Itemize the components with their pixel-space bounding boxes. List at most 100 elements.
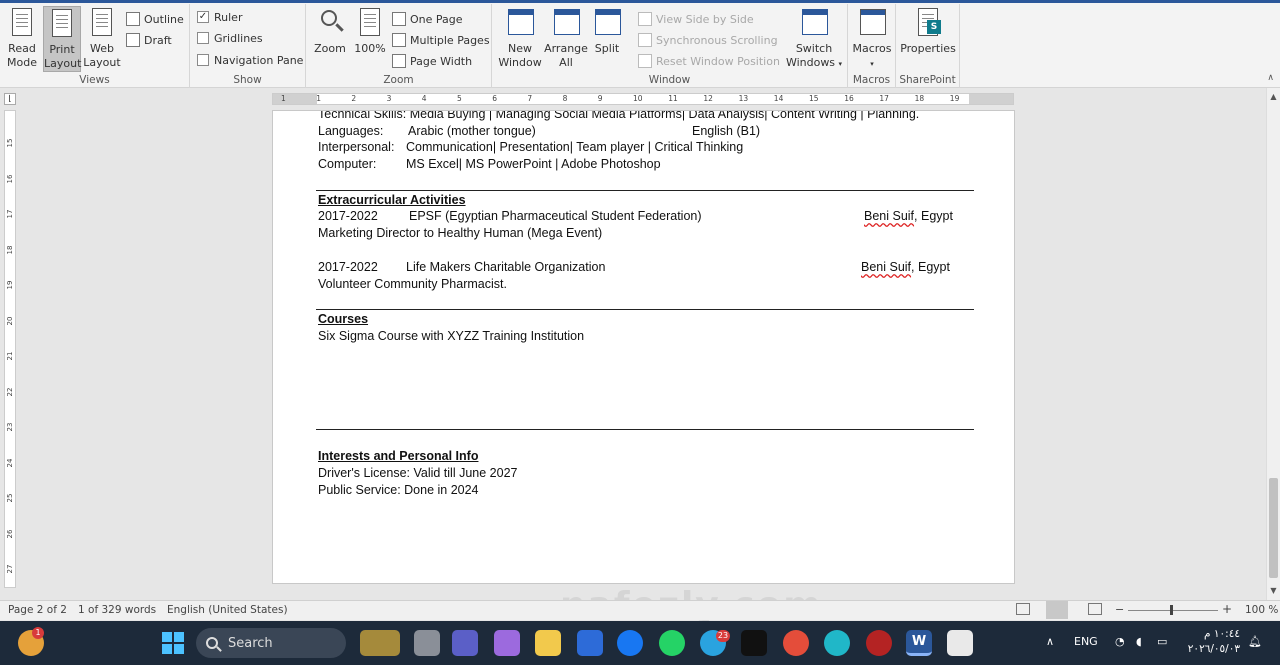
zoom-100-icon: [355, 6, 385, 40]
document-page[interactable]: Technical Skills: Media Buying | Managin…: [272, 110, 1015, 584]
search-highlight-icon[interactable]: [360, 630, 400, 656]
ruler-tick-label: 11: [668, 94, 678, 103]
search-icon: [206, 637, 218, 649]
ruler-tick-label: 6: [492, 94, 497, 103]
snipping-tool-icon[interactable]: [947, 630, 973, 656]
input-language[interactable]: ENG: [1074, 635, 1098, 648]
zoom-slider-thumb[interactable]: [1170, 605, 1173, 615]
print-layout-view-icon[interactable]: [1046, 601, 1068, 619]
one-page-button[interactable]: One Page: [392, 10, 463, 28]
window-group: New Window Arrange All Split View Side b…: [492, 4, 848, 88]
clock[interactable]: ١٠:٤٤ م ٢٠٢٦/٠٥/٠٣: [1186, 627, 1240, 657]
ruler-checkbox[interactable]: ✓ Ruler: [197, 8, 242, 26]
outline-button[interactable]: Outline: [126, 10, 184, 28]
new-window-icon: [505, 6, 535, 40]
ruler-tick-label: 24: [6, 458, 14, 467]
canva-icon[interactable]: [824, 630, 850, 656]
battery-icon[interactable]: ▭: [1157, 635, 1167, 648]
volume-icon[interactable]: ◖: [1136, 635, 1142, 648]
facebook-icon[interactable]: [577, 630, 603, 656]
scrollbar-thumb[interactable]: [1269, 478, 1278, 578]
languages-value: Arabic (mother tongue): [408, 124, 536, 138]
checkbox-box: [197, 54, 209, 66]
page-width-button[interactable]: Page Width: [392, 52, 472, 70]
ruler-tick-label: 27: [6, 564, 14, 574]
collapse-ribbon-icon[interactable]: ∧: [1267, 73, 1274, 83]
scroll-down-icon[interactable]: ▼: [1267, 584, 1280, 598]
language-indicator[interactable]: English (United States): [167, 604, 288, 616]
teams-icon[interactable]: [452, 630, 478, 656]
word-count[interactable]: 1 of 329 words: [78, 604, 156, 616]
task-view-icon[interactable]: [414, 630, 440, 656]
zoom-out-icon[interactable]: −: [1115, 603, 1124, 616]
file-explorer-icon[interactable]: [535, 630, 561, 656]
new-window-button[interactable]: New Window: [498, 6, 542, 72]
chevron-down-icon: ▾: [838, 60, 843, 68]
read-mode-view-icon[interactable]: [1016, 603, 1030, 615]
activity-1-country: , Egypt: [914, 209, 953, 223]
macros-icon: [857, 6, 887, 40]
scroll-up-icon[interactable]: ▲: [1267, 90, 1280, 104]
notifications-bell-icon[interactable]: 🔔︎: [1248, 635, 1262, 648]
zoom-in-icon[interactable]: +: [1222, 602, 1232, 616]
telegram-badge: 23: [716, 630, 730, 642]
tiktok-icon[interactable]: [741, 630, 767, 656]
print-layout-icon: [47, 7, 77, 41]
chevron-up-icon[interactable]: ∧: [1046, 635, 1054, 648]
split-button[interactable]: Split: [590, 6, 624, 72]
zoom-slider[interactable]: [1128, 610, 1218, 611]
ruler-tick-label: 18: [914, 94, 925, 103]
ruler-tick-label: 18: [6, 245, 14, 254]
ruler-tick-label: 16: [844, 94, 854, 103]
print-layout-button[interactable]: Print Layout: [43, 6, 81, 72]
zoom-button[interactable]: Zoom: [310, 6, 350, 72]
synchronous-scrolling-button[interactable]: Synchronous Scrolling: [638, 31, 778, 49]
read-mode-button[interactable]: Read Mode: [3, 6, 41, 72]
page-count[interactable]: Page 2 of 2: [8, 604, 67, 616]
section-divider: [316, 429, 974, 430]
whatsapp-icon[interactable]: [659, 630, 685, 656]
multiple-pages-button[interactable]: Multiple Pages: [392, 31, 490, 49]
copilot-icon[interactable]: [494, 630, 520, 656]
gridlines-checkbox[interactable]: Gridlines: [197, 29, 263, 47]
macros-button[interactable]: Macros ▾: [850, 6, 894, 72]
activity-2-city: Beni Suif: [861, 260, 912, 274]
activity-1-years: 2017-2022: [318, 209, 378, 223]
zoom-100-button[interactable]: 100%: [352, 6, 388, 72]
view-side-by-side-button[interactable]: View Side by Side: [638, 10, 754, 28]
reset-window-position-button[interactable]: Reset Window Position: [638, 52, 780, 70]
properties-button[interactable]: S Properties: [900, 6, 956, 72]
tab-selector[interactable]: ⌊: [4, 93, 16, 105]
zoom-level[interactable]: 100 %: [1245, 604, 1278, 616]
activity-1-org: EPSF (Egyptian Pharmaceutical Student Fe…: [409, 209, 702, 223]
vertical-ruler[interactable]: 1516171819202122232425262728: [4, 110, 16, 609]
read-mode-icon: [7, 6, 37, 40]
show-group: ✓ Ruler Gridlines Navigation Pane Show: [190, 4, 306, 88]
ruler-tick-label: 14: [773, 94, 784, 103]
extracurricular-heading: Extracurricular Activities: [318, 193, 466, 207]
ruler-tick-label: 4: [421, 94, 427, 103]
horizontal-ruler[interactable]: 1 1 2 3 4 5 6 7 8 9 10 11 12 13 14 15 16 17 18 19: [272, 93, 1014, 105]
navigation-pane-checkbox[interactable]: Navigation Pane: [197, 51, 303, 69]
split-icon: [592, 6, 622, 40]
facebook-messenger-icon[interactable]: [617, 630, 643, 656]
draft-button[interactable]: Draft: [126, 31, 172, 49]
taskbar-search[interactable]: Search: [196, 628, 346, 658]
drivers-license-line: Driver's License: Valid till June 2027: [318, 466, 518, 480]
web-layout-button[interactable]: Web Layout: [83, 6, 121, 72]
ruler-tick-label: 10: [633, 94, 643, 103]
switch-windows-button[interactable]: Switch Windows ▾: [784, 6, 844, 72]
wifi-icon[interactable]: ◔: [1115, 635, 1125, 648]
word-icon[interactable]: W: [906, 630, 932, 656]
web-layout-view-icon[interactable]: [1088, 603, 1102, 615]
app-icon[interactable]: [866, 630, 892, 656]
ribbon: Read Mode Print Layout Web Layout Outlin…: [0, 0, 1280, 88]
ruler-tick-label: 1: [281, 94, 286, 103]
ruler-tick-label: 15: [809, 94, 819, 103]
arrange-all-button[interactable]: Arrange All: [544, 6, 588, 72]
windows-start-icon[interactable]: [160, 630, 186, 656]
ruler-tick-label: 19: [6, 280, 14, 290]
views-group: Read Mode Print Layout Web Layout Outlin…: [0, 4, 190, 88]
chrome-icon[interactable]: [783, 630, 809, 656]
vertical-scrollbar[interactable]: ▲ ▼: [1266, 88, 1280, 600]
